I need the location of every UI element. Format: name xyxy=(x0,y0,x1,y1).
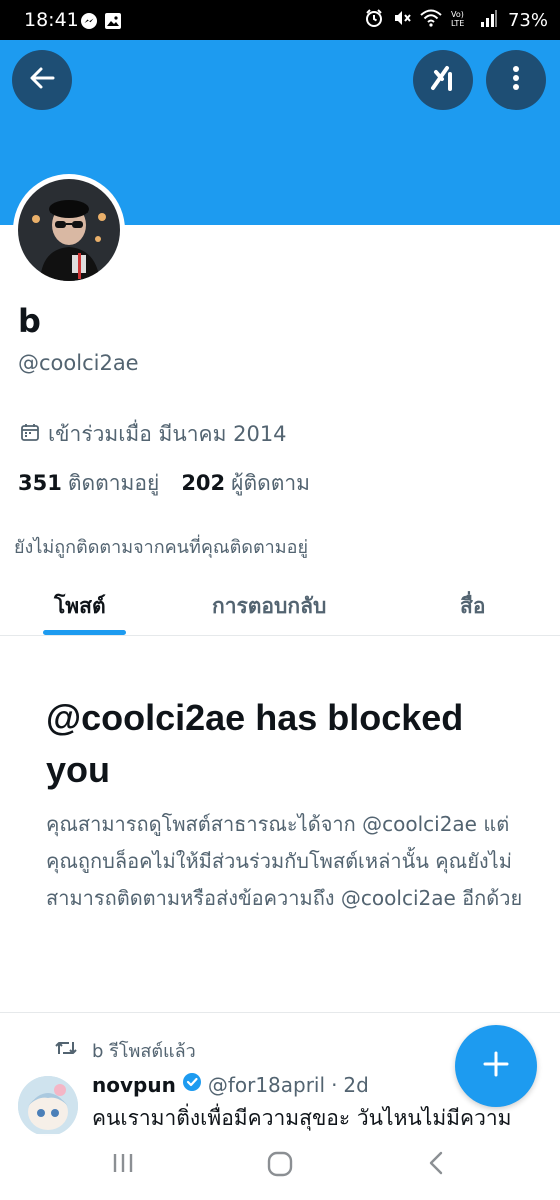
calendar-icon xyxy=(20,422,40,447)
joined-text: เข้าร่วมเมื่อ มีนาคม 2014 xyxy=(48,422,287,446)
tweet-age: 2d xyxy=(343,1072,369,1097)
battery-level: 73% xyxy=(507,9,548,31)
home-icon[interactable] xyxy=(266,1150,294,1182)
more-options-button[interactable] xyxy=(486,50,546,110)
followers-link[interactable]: 202 ผู้ติดตาม xyxy=(181,467,310,500)
svg-text:LTE: LTE xyxy=(451,19,464,28)
recents-icon[interactable] xyxy=(110,1150,136,1180)
status-time: 18:41 xyxy=(24,9,79,31)
profile-handle: @coolci2ae xyxy=(18,351,139,375)
compose-post-button[interactable] xyxy=(455,1025,537,1107)
following-count: 351 xyxy=(18,471,62,495)
wifi-icon xyxy=(420,8,442,32)
gallery-icon xyxy=(104,12,122,34)
followers-count: 202 xyxy=(181,471,226,495)
svg-text:Vo): Vo) xyxy=(451,10,464,19)
tweet-author-avatar[interactable] xyxy=(18,1076,78,1136)
plus-icon xyxy=(482,1050,510,1082)
blocked-description: คุณสามารถดูโพสต์สาธารณะได้จาก @coolci2ae… xyxy=(46,812,523,910)
joined-date: เข้าร่วมเมื่อ มีนาคม 2014 xyxy=(20,418,287,451)
back-arrow-icon xyxy=(28,64,56,96)
tweet-author-name[interactable]: novpun xyxy=(92,1073,176,1097)
following-label: ติดตามอยู่ xyxy=(67,471,160,495)
back-icon[interactable] xyxy=(424,1150,450,1180)
status-bar: 18:41 Vo) LTE 73% xyxy=(0,0,560,40)
grok-icon xyxy=(427,62,459,98)
tweet-separator: · xyxy=(331,1072,338,1097)
messenger-icon xyxy=(80,12,98,34)
profile-avatar[interactable] xyxy=(13,174,125,286)
tweet-author-handle[interactable]: @for18april xyxy=(208,1073,325,1097)
following-link[interactable]: 351 ติดตามอยู่ xyxy=(18,467,159,500)
more-vertical-icon xyxy=(511,64,521,96)
repost-icon xyxy=(54,1038,78,1063)
system-nav-bar xyxy=(0,1134,560,1200)
alarm-icon xyxy=(364,8,384,32)
tab-posts[interactable]: โพสต์ xyxy=(54,590,106,623)
back-button[interactable] xyxy=(12,50,72,110)
mute-icon xyxy=(392,8,412,32)
repost-label[interactable]: b รีโพสต์แล้ว xyxy=(92,1036,196,1065)
volte-icon: Vo) LTE xyxy=(450,8,472,32)
signal-icon xyxy=(480,8,498,32)
tweet-text[interactable]: คนเรามาติ่งเพื่อมีความสุขอะ วันไหนไม่มีค… xyxy=(92,1102,560,1135)
tweet-header: novpun @for18april · 2d xyxy=(92,1072,369,1097)
repost-indicator: b รีโพสต์แล้ว xyxy=(54,1036,196,1065)
tab-media[interactable]: สื่อ xyxy=(460,590,485,623)
not-followed-note: ยังไม่ถูกติดตามจากคนที่คุณติดตามอยู่ xyxy=(14,537,308,558)
display-name: b xyxy=(18,302,41,340)
verified-badge-icon xyxy=(182,1072,202,1097)
tab-replies[interactable]: การตอบกลับ xyxy=(212,590,326,623)
grok-button[interactable] xyxy=(413,50,473,110)
profile-tabs: โพสต์ การตอบกลับ สื่อ xyxy=(0,570,560,636)
active-tab-indicator xyxy=(43,630,126,635)
follow-stats: 351 ติดตามอยู่ 202 ผู้ติดตาม xyxy=(18,467,310,500)
blocked-title: @coolci2ae has blocked you xyxy=(46,697,464,790)
divider xyxy=(0,1012,560,1013)
followers-label: ผู้ติดตาม xyxy=(231,471,311,495)
